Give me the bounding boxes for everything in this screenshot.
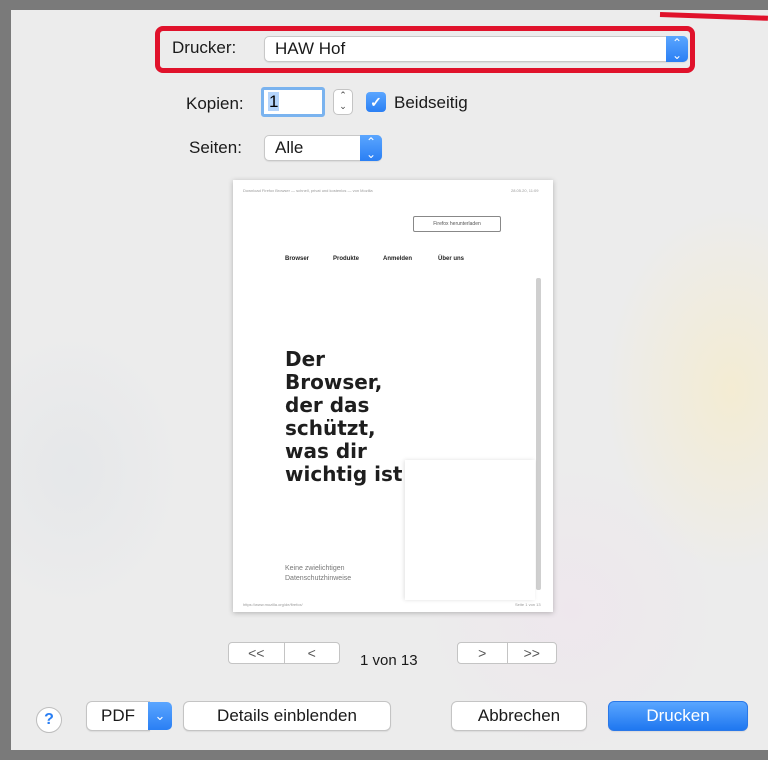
preview-scrollbar bbox=[536, 278, 541, 590]
preview-card bbox=[405, 460, 535, 600]
preview-download-button: Firefox herunterladen bbox=[413, 216, 501, 232]
pdf-button[interactable]: PDF bbox=[86, 701, 150, 731]
pages-value: Alle bbox=[275, 138, 304, 157]
duplex-checkbox[interactable]: ✓ bbox=[366, 92, 386, 112]
chevron-updown-icon: ⌃ ⌄ bbox=[360, 135, 382, 161]
duplex-label: Beidseitig bbox=[394, 93, 468, 112]
details-button[interactable]: Details einblenden bbox=[183, 701, 391, 731]
print-button[interactable]: Drucken bbox=[608, 701, 748, 731]
chevron-down-icon[interactable]: ⌄ bbox=[148, 702, 172, 730]
pagination-forward-group: > >> bbox=[457, 642, 557, 664]
preview-headline: Der Browser, der das schützt, was dir wi… bbox=[285, 347, 403, 486]
preview-header-left: Download Firefox Browser — schnell, priv… bbox=[243, 188, 373, 193]
preview-nav-ueber-uns: Über uns bbox=[438, 256, 465, 262]
copies-value: 1 bbox=[268, 92, 280, 111]
copies-label: Kopien: bbox=[186, 94, 244, 113]
copies-input[interactable]: 1 bbox=[261, 87, 325, 117]
preview-nav-produkte: Produkte bbox=[333, 256, 360, 262]
preview-footer-right: Seite 1 von 13 bbox=[515, 602, 541, 607]
page-indicator: 1 von 13 bbox=[360, 652, 418, 669]
print-preview: Download Firefox Browser — schnell, priv… bbox=[233, 180, 553, 612]
preview-subtext: Keine zwielichtigen Datenschutzhinweise bbox=[285, 565, 352, 582]
copies-stepper[interactable]: ⌃ ⌄ bbox=[333, 89, 353, 115]
preview-nav-anmelden: Anmelden bbox=[383, 256, 413, 262]
preview-footer-left: https://www.mozilla.org/de/firefox/ bbox=[243, 602, 303, 607]
preview-nav-browser: Browser bbox=[285, 256, 310, 262]
cancel-button[interactable]: Abbrechen bbox=[451, 701, 587, 731]
prev-page-button[interactable]: < bbox=[283, 643, 340, 663]
printer-highlight-annotation bbox=[155, 26, 695, 73]
pages-select[interactable]: Alle ⌃ ⌄ bbox=[264, 135, 382, 161]
pagination-back-group: << < bbox=[228, 642, 340, 664]
preview-header-right: 28.05.20, 11:09 bbox=[511, 188, 539, 193]
pages-label: Seiten: bbox=[189, 138, 242, 157]
help-button[interactable]: ? bbox=[36, 707, 62, 733]
last-page-button[interactable]: >> bbox=[506, 643, 557, 663]
next-page-button[interactable]: > bbox=[458, 643, 507, 663]
first-page-button[interactable]: << bbox=[229, 643, 284, 663]
